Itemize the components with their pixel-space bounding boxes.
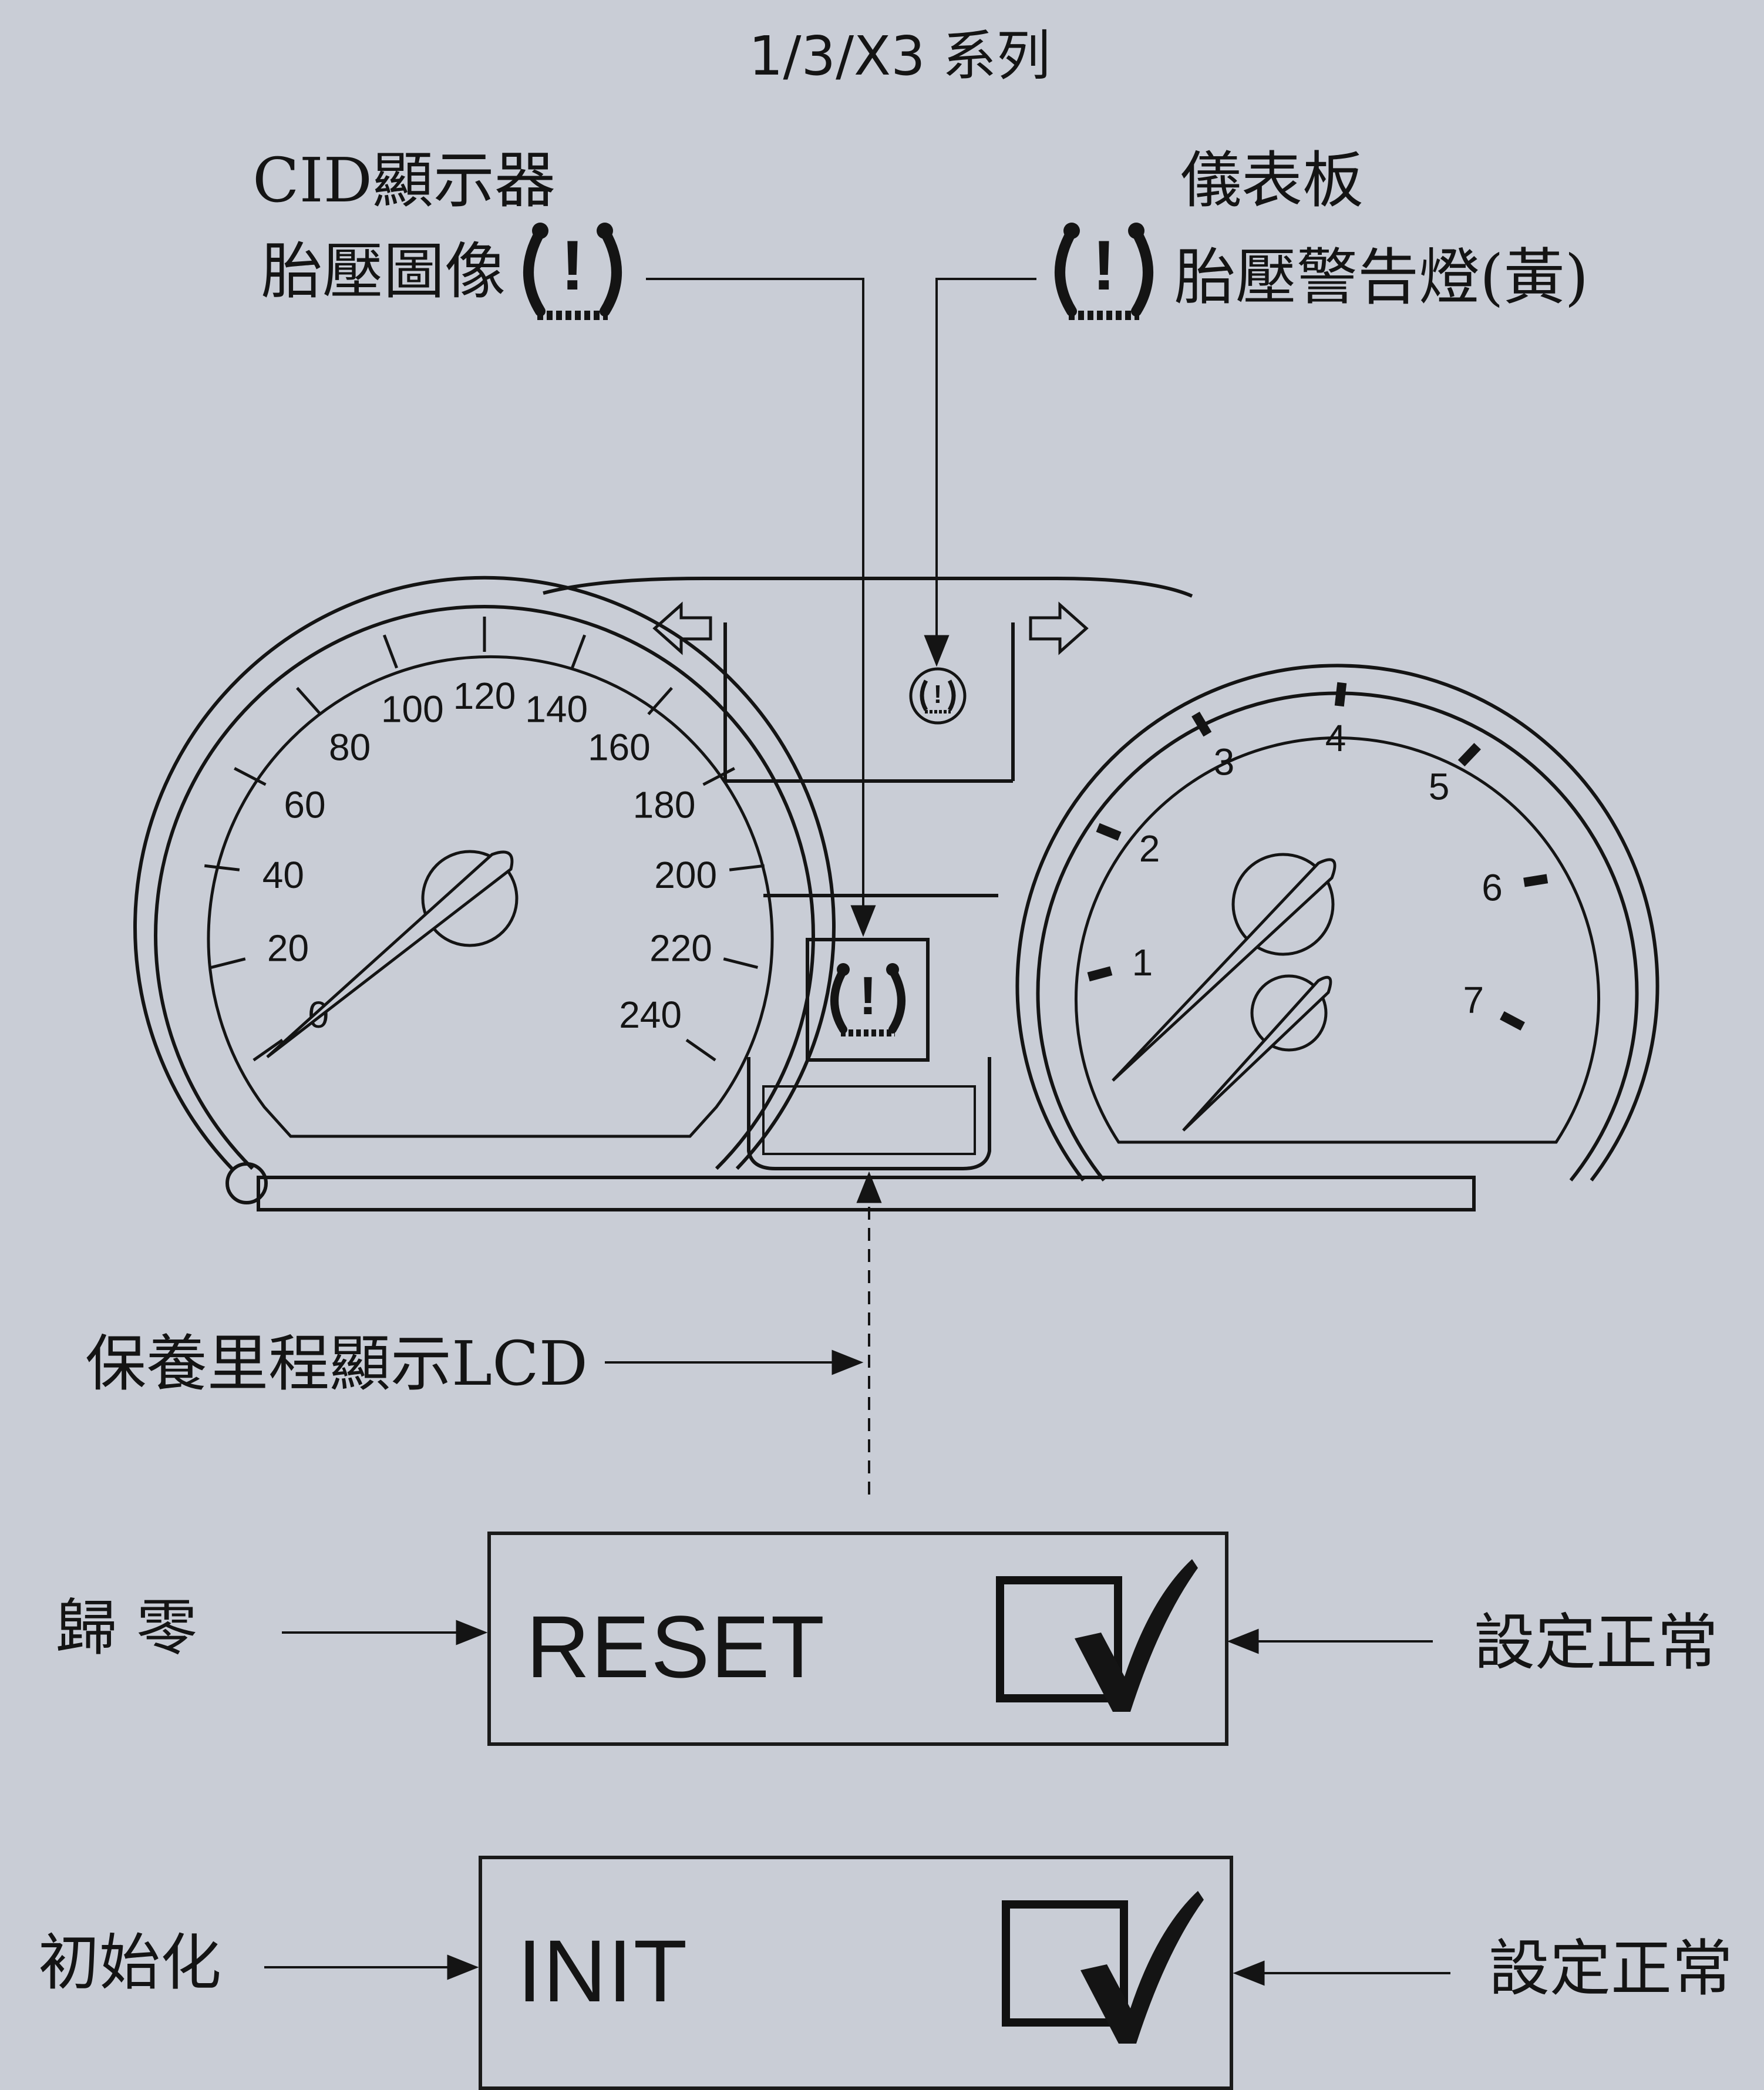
diagram-graphics: 020406080100120140160180200220240 123456… xyxy=(133,223,1659,2044)
svg-text:!: ! xyxy=(1092,226,1116,305)
tachometer-mark xyxy=(1096,823,1122,841)
tachometer-label: 3 xyxy=(1214,741,1235,783)
speedometer-label: 40 xyxy=(262,854,304,896)
speedometer-label: 240 xyxy=(619,994,682,1036)
tachometer-label: 5 xyxy=(1429,765,1450,807)
speedometer-tick xyxy=(723,957,759,969)
speedometer-label: 140 xyxy=(525,688,588,731)
speedometer-tick xyxy=(729,864,765,871)
instrument-base xyxy=(225,1162,1476,1211)
speedometer-tick xyxy=(210,957,246,969)
speedometer-tick xyxy=(647,686,673,715)
speedometer-tick xyxy=(685,1038,716,1062)
speedometer-label: 200 xyxy=(654,854,717,896)
speedometer-tick xyxy=(296,686,322,715)
speedometer-label: 160 xyxy=(588,726,651,768)
tachometer-mark xyxy=(1523,874,1548,887)
tachometer-label: 2 xyxy=(1139,827,1160,870)
speedometer-label: 120 xyxy=(453,675,516,717)
diagram-page: 1/3/X3 系列 CID顯示器 胎壓圖像 儀表板 胎壓警告燈(黃) 保養里程顯… xyxy=(0,0,1764,2090)
tachometer-mark xyxy=(1457,743,1481,767)
speedometer-tick xyxy=(204,864,240,871)
tire-pressure-warning-icon: ! xyxy=(523,223,622,320)
tachometer-label: 4 xyxy=(1325,717,1346,759)
speedometer-label: 60 xyxy=(284,784,325,826)
speedometer-tick xyxy=(382,634,398,669)
svg-text:!: ! xyxy=(859,966,877,1026)
checkmark-icon xyxy=(1080,1891,1204,2044)
tachometer-mark xyxy=(1500,1011,1525,1031)
tachometer-needles xyxy=(1112,858,1337,1132)
arrow-right-icon xyxy=(1029,601,1089,655)
svg-text:!: ! xyxy=(561,226,584,305)
svg-text:!: ! xyxy=(934,680,942,709)
speedometer-label: 20 xyxy=(267,927,309,969)
checkmark-icon xyxy=(1075,1559,1198,1712)
speedometer-label: 100 xyxy=(381,688,444,731)
tachometer-label: 1 xyxy=(1132,941,1153,984)
tachometer-label: 7 xyxy=(1463,979,1484,1021)
tire-pressure-warning-icon: ! xyxy=(909,667,967,725)
tire-pressure-warning-icon: ! xyxy=(1055,223,1153,320)
leader-lines xyxy=(264,278,1450,1986)
tachometer-mark xyxy=(1334,682,1347,707)
speedometer-label: 80 xyxy=(329,726,371,768)
speedometer-tick xyxy=(571,634,587,669)
tachometer-mark xyxy=(1087,966,1113,982)
tachometer-label: 6 xyxy=(1482,866,1503,908)
tire-pressure-warning-icon: ! xyxy=(830,963,905,1036)
center-housing xyxy=(543,577,1193,1170)
tachometer-mark xyxy=(1191,711,1212,737)
speedometer-label: 180 xyxy=(633,784,696,826)
speedometer-label: 220 xyxy=(649,927,712,969)
